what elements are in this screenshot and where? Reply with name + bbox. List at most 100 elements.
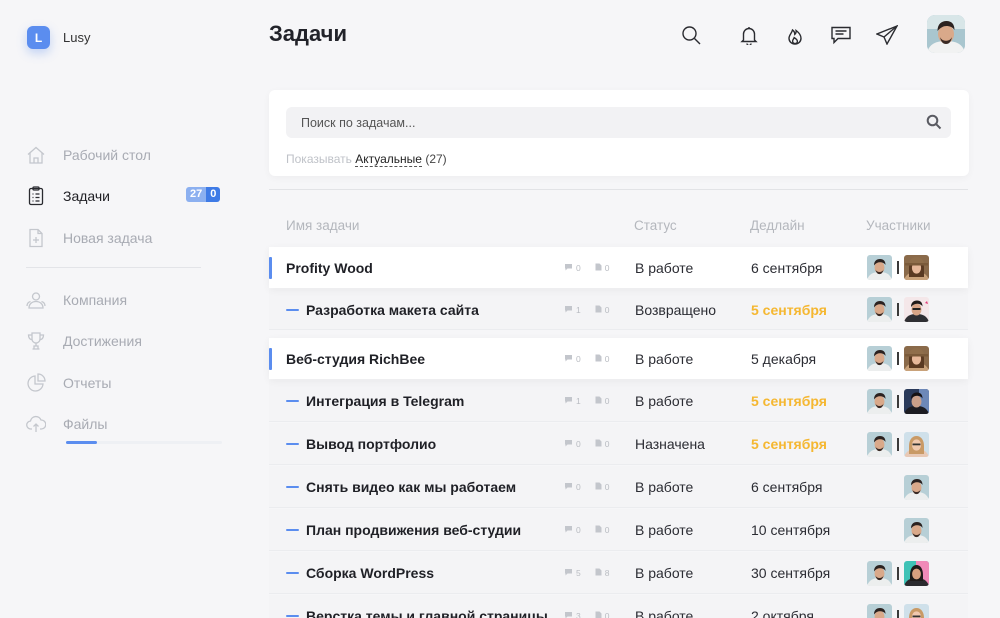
search-card: Показывать Актуальные (27) [269,90,969,176]
flame-icon[interactable] [784,24,806,46]
member-separator [897,352,899,365]
comment-icon [564,263,576,273]
member-avatar[interactable] [867,432,892,457]
trophy-icon [26,331,46,351]
comment-icon [564,525,576,535]
sidebar-item-company[interactable]: Компания [26,288,226,312]
comments-count: 0 [564,439,581,449]
file-icon [595,482,605,492]
storage-progress-fill [66,441,98,444]
sidebar-item-label: Компания [63,292,128,308]
task-status: В работе [635,351,694,367]
task-status: В работе [635,522,694,538]
task-members [867,475,929,500]
file-icon [595,305,605,315]
member-avatar[interactable] [904,561,929,586]
member-avatar[interactable] [867,389,892,414]
task-name[interactable]: Сборка WordPress [306,565,434,581]
member-avatar[interactable] [867,297,892,322]
comments-count: 0 [564,482,581,492]
comment-icon [564,354,576,364]
column-header-members[interactable]: Участники [866,218,931,233]
brand[interactable]: L Lusy [27,26,90,49]
filter-dropdown[interactable]: Актуальные [355,152,422,167]
member-avatar[interactable] [867,346,892,371]
task-name[interactable]: Разработка макета сайта [306,302,479,318]
column-header-status[interactable]: Статус [634,218,677,233]
search-input[interactable] [286,107,906,138]
task-meta: 00 [564,263,623,273]
subtask-dash-icon [286,529,299,531]
member-avatar[interactable] [867,561,892,586]
task-meta: 00 [564,354,623,364]
task-row[interactable]: Разработка макета сайта 1 0 Возвращено 5 сен… [269,289,968,330]
search-submit-icon[interactable] [926,114,943,131]
file-icon [595,396,605,406]
task-name[interactable]: Profity Wood [286,260,373,276]
search-icon[interactable] [680,24,702,46]
sidebar-item-new-task[interactable]: Новая задача [26,226,226,250]
task-deadline: 5 сентября [751,393,827,409]
sidebar: L Lusy Рабочий стол Задачи 27 0 Новая за… [0,0,240,618]
sidebar-item-label: Отчеты [63,375,112,391]
task-name[interactable]: План продвижения веб-студии [306,522,521,538]
task-row[interactable]: План продвижения веб-студии 0 0 В работе 10 … [269,509,968,551]
sidebar-item-reports[interactable]: Отчеты [26,371,226,395]
sidebar-item-label: Рабочий стол [63,147,151,163]
member-avatar[interactable] [904,255,929,280]
chat-icon[interactable] [830,24,852,46]
member-avatar[interactable] [904,297,929,322]
comment-icon [564,439,576,449]
member-avatar[interactable] [867,604,892,618]
task-name[interactable]: Веб-студия RichBee [286,351,425,367]
column-header-deadline[interactable]: Дедлайн [750,218,805,233]
task-row[interactable]: Сборка WordPress 5 8 В работе 30 сентября [269,552,968,594]
sidebar-item-achievements[interactable]: Достижения [26,329,226,353]
task-name[interactable]: Вывод портфолио [306,436,436,452]
task-meta: 00 [564,482,623,492]
task-row[interactable]: Верстка темы и главной страницы 3 0 В работ… [269,595,968,618]
member-avatar[interactable] [904,475,929,500]
comment-icon [564,482,576,492]
task-name[interactable]: Интеграция в Telegram [306,393,464,409]
brand-name: Lusy [63,30,91,45]
tasks-count-badge: 27 0 [186,187,221,202]
sidebar-item-files[interactable]: Файлы [26,412,226,436]
files-count: 0 [595,396,609,406]
comment-icon [564,611,576,618]
search-box [286,107,951,138]
sidebar-item-desktop[interactable]: Рабочий стол [26,143,226,167]
file-icon [595,568,605,578]
user-avatar[interactable] [927,15,965,53]
task-deadline: 30 сентября [751,565,831,581]
task-meta: 30 [564,611,623,618]
send-icon[interactable] [876,24,898,46]
member-avatar[interactable] [904,518,929,543]
subtask-dash-icon [286,309,299,311]
task-members [867,518,929,543]
task-name[interactable]: Снять видео как мы работаем [306,479,516,495]
task-row[interactable]: Снять видео как мы работаем 0 0 В работе 6 с… [269,466,968,508]
member-avatar[interactable] [904,389,929,414]
task-row[interactable]: Вывод портфолио 0 0 Назначена 5 сентября [269,423,968,465]
task-name[interactable]: Верстка темы и главной страницы [306,608,548,618]
project-row[interactable]: Profity Wood 0 0 В работе 6 сентября [269,247,968,288]
column-header-name[interactable]: Имя задачи [286,218,359,233]
member-avatar[interactable] [867,255,892,280]
subtask-dash-icon [286,400,299,402]
member-avatar[interactable] [904,604,929,618]
task-status: Назначена [635,436,705,452]
member-avatar[interactable] [904,346,929,371]
sidebar-item-tasks[interactable]: Задачи 27 0 [26,184,226,208]
project-row[interactable]: Веб-студия RichBee 0 0 В работе 5 декабря [269,338,968,379]
project-indicator [269,348,272,370]
member-avatar[interactable] [904,432,929,457]
brand-logo: L [27,26,50,49]
comment-icon [564,305,576,315]
subtask-dash-icon [286,486,299,488]
bell-icon[interactable] [738,24,760,46]
files-count: 8 [595,568,609,578]
task-status: В работе [635,260,694,276]
task-row[interactable]: Интеграция в Telegram 1 0 В работе 5 сентябр… [269,380,968,422]
files-count: 0 [595,525,609,535]
